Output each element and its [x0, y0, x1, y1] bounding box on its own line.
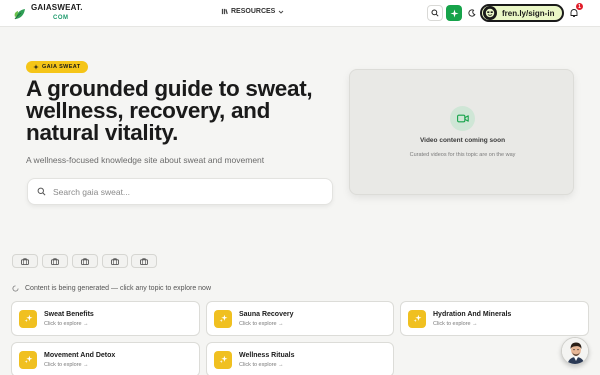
topic-title: Movement And Detox — [44, 351, 116, 359]
resources-menu[interactable]: RESOURCES — [221, 8, 284, 15]
ai-sparkle-button[interactable] — [446, 5, 462, 21]
briefcase-icon — [81, 257, 89, 265]
search-bar[interactable] — [27, 178, 333, 205]
book-icon — [221, 8, 228, 15]
topic-title: Hydration And Minerals — [433, 310, 512, 318]
category-chip[interactable] — [12, 254, 38, 268]
topic-link[interactable]: Click to explore → — [433, 321, 511, 327]
topic-link[interactable]: Click to explore → — [239, 321, 293, 327]
topic-link[interactable]: Click to explore → — [239, 362, 295, 368]
page-subtitle: A wellness-focused knowledge site about … — [26, 155, 265, 165]
search-icon — [37, 187, 46, 196]
topic-card-sauna-recovery[interactable]: Sauna Recovery Click to explore → — [206, 301, 394, 336]
topic-title: Wellness Rituals — [239, 351, 295, 359]
sparkle-icon — [214, 309, 232, 328]
category-chip[interactable] — [42, 254, 68, 268]
theme-toggle-button[interactable] — [464, 5, 480, 21]
search-input[interactable] — [53, 186, 313, 197]
topic-title: Sauna Recovery — [239, 310, 294, 318]
status-text: Content is being generated — click any t… — [25, 285, 211, 292]
fren-face-icon — [483, 6, 497, 20]
resources-label: RESOURCES — [231, 8, 276, 15]
search-icon — [431, 9, 439, 17]
video-subtitle: Curated videos for this topic are on the… — [409, 152, 516, 158]
sparkle-icon — [408, 309, 426, 328]
notification-badge: 1 — [576, 3, 583, 10]
pill-label: GAIA SWEAT — [42, 64, 81, 70]
sign-in-label: fren.ly/sign-in — [502, 8, 555, 18]
topic-card-movement-and-detox[interactable]: Movement And Detox Click to explore → — [11, 342, 200, 375]
generation-status: Content is being generated — click any t… — [12, 285, 211, 292]
sparkle-icon — [19, 350, 37, 369]
briefcase-icon — [51, 257, 59, 265]
person-icon — [562, 338, 588, 364]
briefcase-icon — [21, 257, 29, 265]
topic-title: Sweat Benefits — [44, 310, 94, 318]
sparkle-icon — [19, 309, 37, 328]
leaf-icon — [14, 9, 25, 20]
category-chip[interactable] — [131, 254, 157, 268]
site-logo[interactable]: GAIASWEAT. COM — [13, 4, 83, 21]
topic-link[interactable]: Click to explore → — [44, 362, 115, 368]
briefcase-icon — [111, 257, 119, 265]
moon-icon — [468, 9, 476, 17]
category-chip[interactable] — [72, 254, 98, 268]
topic-card-hydration-and-minerals[interactable]: Hydration And Minerals Click to explore … — [400, 301, 589, 336]
page-title: A grounded guide to sweat, wellness, rec… — [26, 76, 313, 145]
category-chip[interactable] — [102, 254, 128, 268]
video-camera-icon — [450, 106, 475, 131]
video-placeholder-card: Video content coming soon Curated videos… — [349, 69, 574, 195]
chevron-down-icon — [279, 10, 284, 14]
logo-name: GAIASWEAT. — [31, 3, 83, 12]
sparkle-icon — [214, 350, 232, 369]
briefcase-icon — [140, 257, 148, 265]
sign-in-button[interactable]: fren.ly/sign-in — [480, 4, 564, 22]
assistant-avatar[interactable] — [561, 337, 589, 365]
loading-icon — [12, 285, 19, 292]
logo-tld: COM — [53, 15, 69, 21]
topic-card-wellness-rituals[interactable]: Wellness Rituals Click to explore → — [206, 342, 394, 375]
top-navbar: GAIASWEAT. COM RESOURCES fren.ly/sign-in… — [0, 0, 600, 27]
brand-pill: GAIA SWEAT — [26, 61, 88, 73]
sparkle-icon — [449, 8, 459, 18]
topic-link[interactable]: Click to explore → — [44, 321, 94, 327]
search-button[interactable] — [427, 5, 443, 21]
topic-card-sweat-benefits[interactable]: Sweat Benefits Click to explore → — [11, 301, 200, 336]
video-title: Video content coming soon — [419, 137, 506, 144]
sparkle-icon — [33, 64, 39, 70]
